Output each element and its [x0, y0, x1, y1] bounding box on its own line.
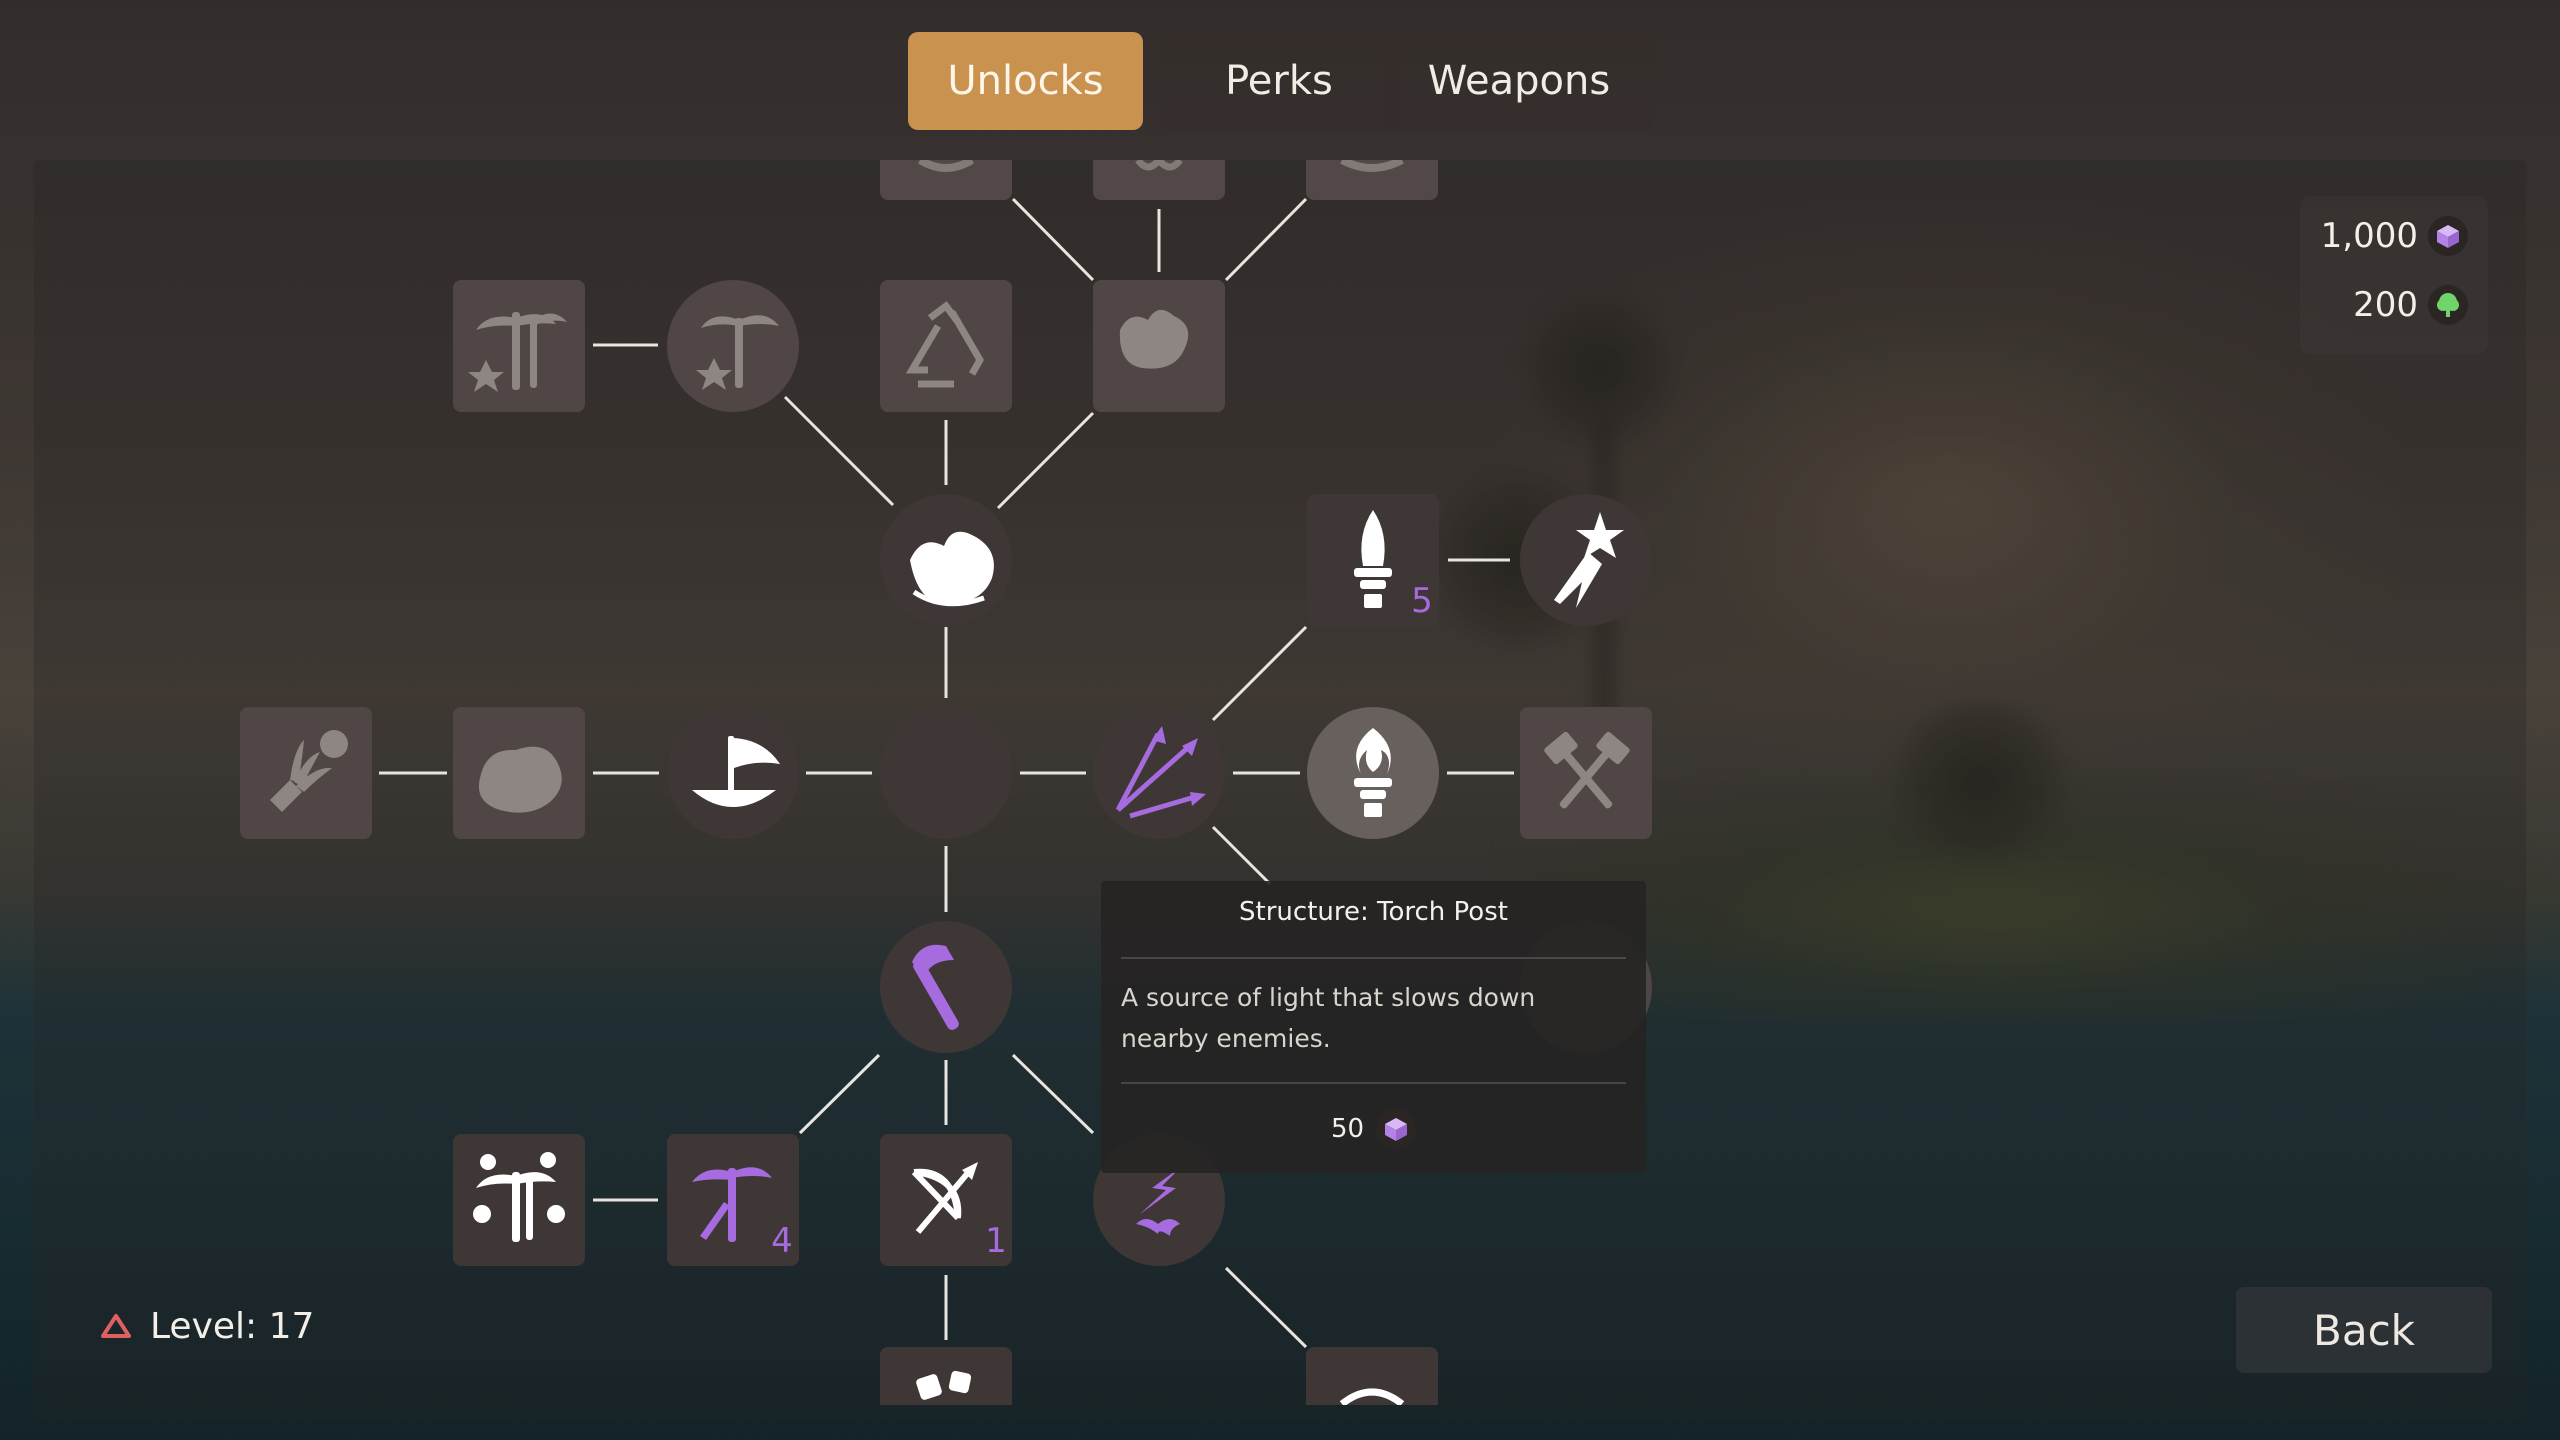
tab-unlocks[interactable]: Unlocks [908, 32, 1143, 130]
node-wind-flower[interactable] [1093, 280, 1225, 412]
node-dice-partial[interactable] [880, 1347, 1012, 1405]
tooltip-title: Structure: Torch Post [1239, 897, 1508, 927]
level-label: Level: 17 [150, 1305, 315, 1347]
node-wheat-bundle[interactable] [240, 707, 372, 839]
node-top-right-partial[interactable] [1306, 160, 1438, 200]
player-level: Level: 17 [90, 1286, 318, 1366]
node-hammers[interactable] [1520, 707, 1652, 839]
purple-cube-icon [1376, 1109, 1417, 1149]
level-triangle-icon [101, 1314, 131, 1338]
node-top-mid-partial[interactable] [1093, 160, 1225, 200]
purple-cube-icon [2428, 216, 2468, 256]
tooltip-divider [1121, 957, 1626, 959]
node-badge: 1 [985, 1221, 1007, 1261]
node-palm-spark-square[interactable] [453, 280, 585, 412]
crystal-amount: 1,000 [2320, 216, 2418, 256]
node-badge: 5 [1411, 581, 1433, 621]
currency-crystals: 1,000 [2321, 211, 2468, 261]
skill-tree: 5 4 1 [34, 160, 2526, 1405]
node-swirl-flower[interactable] [880, 494, 1012, 626]
node-boat-sail[interactable] [667, 707, 799, 839]
tooltip-divider [1121, 1082, 1626, 1084]
wood-amount: 200 [2353, 285, 2418, 325]
node-palm-spark-circle[interactable] [667, 280, 799, 412]
back-button[interactable]: Back [2236, 1287, 2492, 1373]
currency-wood: 200 [2353, 280, 2468, 330]
green-tree-icon [2428, 285, 2468, 325]
node-rocket-torch[interactable]: 5 [1307, 494, 1439, 626]
node-recycle[interactable] [880, 280, 1012, 412]
tooltip-cost-value: 50 [1330, 1114, 1365, 1144]
node-center-hub[interactable] [880, 707, 1012, 839]
tab-perks[interactable]: Perks [1159, 32, 1399, 130]
node-top-left-partial[interactable] [880, 160, 1012, 200]
node-palm-fruit[interactable] [453, 1134, 585, 1266]
item-tooltip: Structure: Torch Post A source of light … [1101, 881, 1646, 1173]
node-bow[interactable]: 1 [880, 1134, 1012, 1266]
node-axe[interactable] [880, 921, 1012, 1053]
node-palm-chop[interactable]: 4 [667, 1134, 799, 1266]
currency-panel: 1,000 200 [2300, 196, 2488, 354]
tooltip-description: A source of light that slows down nearby… [1121, 983, 1536, 1053]
tab-weapons[interactable]: Weapons [1384, 32, 1654, 130]
node-torch-post[interactable] [1307, 707, 1439, 839]
node-badge: 4 [771, 1221, 793, 1261]
node-arrows[interactable] [1093, 707, 1225, 839]
node-rock[interactable] [453, 707, 585, 839]
tooltip-cost: 50 [1101, 1109, 1646, 1149]
node-ring-partial[interactable] [1306, 1347, 1438, 1405]
node-magic-wand[interactable] [1520, 494, 1652, 626]
